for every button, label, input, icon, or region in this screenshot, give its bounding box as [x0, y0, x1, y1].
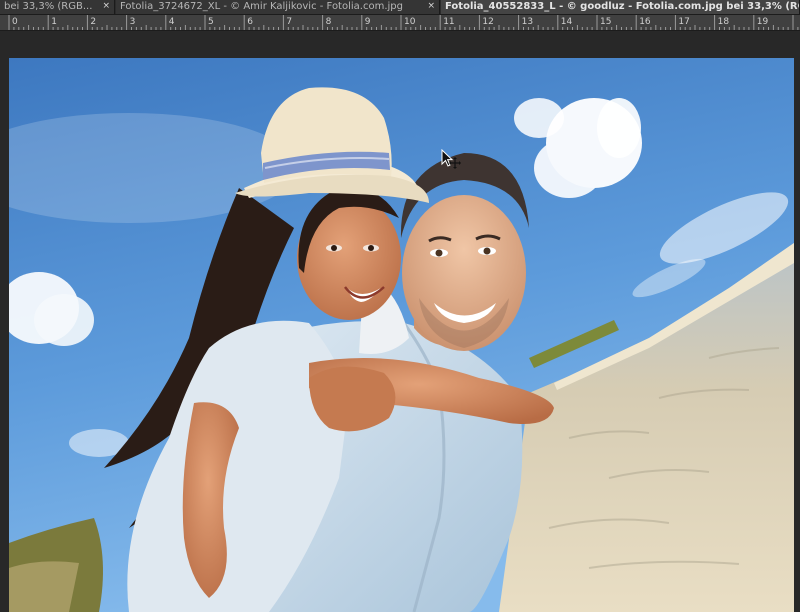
- horizontal-ruler[interactable]: 0 1 2 3 4 5 6 7 8 9 10 11 12 13 14 15 16 17 18 19: [0, 14, 800, 31]
- ruler-label: 12: [482, 17, 493, 27]
- document-tab-bar: bei 33,3% (RGB... × Fotolia_3724672_XL -…: [0, 0, 800, 14]
- ruler-label: 1: [51, 17, 57, 27]
- ruler-label: 2: [90, 17, 96, 27]
- document-canvas[interactable]: [9, 58, 794, 612]
- document-tab-2[interactable]: Fotolia_3724672_XL - © Amir Kaljikovic -…: [116, 0, 440, 14]
- document-tab-active-label: Fotolia_40552833_L - © goodluz - Fotolia…: [445, 1, 800, 12]
- close-icon[interactable]: ×: [427, 0, 435, 13]
- ruler-label: 19: [757, 17, 769, 27]
- document-tab-1-label: bei 33,3% (RGB...: [4, 1, 93, 12]
- document-tab-2-label: Fotolia_3724672_XL - © Amir Kaljikovic -…: [120, 1, 403, 12]
- ruler-label: 14: [561, 17, 573, 27]
- ruler-label: 17: [678, 17, 689, 27]
- ruler-label: 5: [208, 17, 214, 27]
- ruler-label: 10: [404, 17, 416, 27]
- ruler-label: 15: [600, 17, 611, 27]
- move-arrow-icon: [441, 149, 461, 169]
- ruler-label: 18: [718, 17, 730, 27]
- ruler-label: 7: [286, 17, 292, 27]
- document-tab-active[interactable]: Fotolia_40552833_L - © goodluz - Fotolia…: [441, 0, 800, 14]
- ruler-label: 0: [12, 17, 18, 27]
- ruler-label: 6: [247, 17, 253, 27]
- ruler-label: 3: [130, 17, 136, 27]
- ruler-ticks: 0 1 2 3 4 5 6 7 8 9 10 11 12 13 14 15 16 17 18 19: [8, 15, 799, 30]
- ruler-label: 8: [326, 17, 332, 27]
- workspace[interactable]: [0, 31, 800, 612]
- ruler-label: 13: [522, 17, 533, 27]
- ruler-label: 16: [639, 17, 651, 27]
- beach-couple-photo: [9, 58, 794, 612]
- close-icon[interactable]: ×: [102, 0, 110, 13]
- ruler-label: 11: [443, 17, 454, 27]
- ruler-label: 9: [365, 17, 371, 27]
- document-tab-1[interactable]: bei 33,3% (RGB... ×: [0, 0, 115, 14]
- ruler-label: 4: [169, 17, 175, 27]
